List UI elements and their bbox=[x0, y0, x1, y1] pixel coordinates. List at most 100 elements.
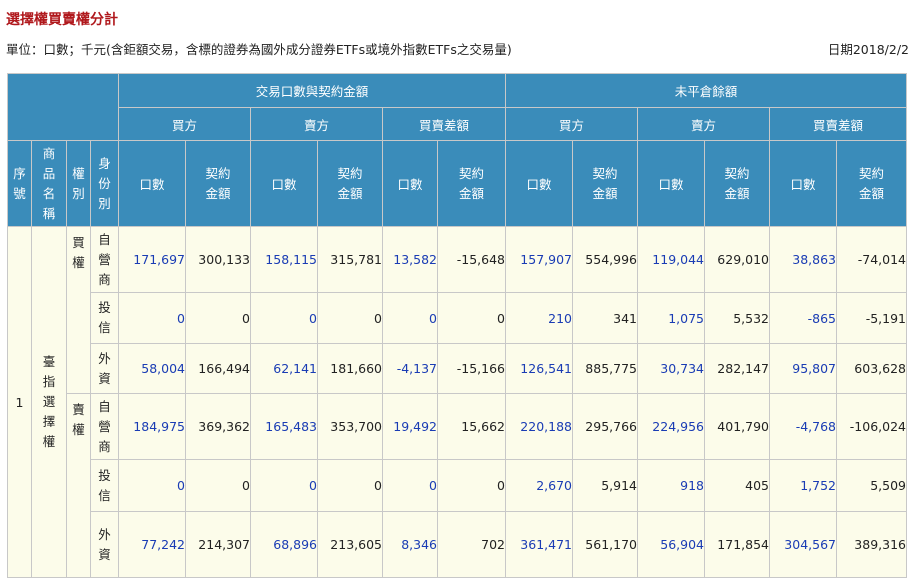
lots-cell: 2,670 bbox=[505, 459, 573, 512]
identity-cell-char: 營 bbox=[98, 418, 111, 434]
header-open-interest: 未平倉餘額 bbox=[505, 73, 907, 108]
identity-cell-char: 資 bbox=[98, 370, 111, 386]
header-amount-char: 金額 bbox=[205, 185, 231, 201]
lots-cell: -4,768 bbox=[769, 393, 837, 460]
lots-cell: 56,904 bbox=[637, 511, 705, 578]
amount-cell: 702 bbox=[437, 511, 506, 578]
amount-cell: 0 bbox=[437, 459, 506, 512]
header-identity-char: 身 bbox=[98, 155, 111, 171]
product-name-char: 臺 bbox=[42, 354, 56, 369]
amount-cell: 885,775 bbox=[572, 343, 638, 394]
lots-cell: -865 bbox=[769, 292, 837, 344]
unit-note: 單位：口數；千元(含鉅額交易，含標的證券為國外成分證券ETFs或境外指數ETFs… bbox=[6, 42, 512, 57]
report-date: 日期2018/2/2 bbox=[827, 42, 909, 57]
amount-cell: 561,170 bbox=[572, 511, 638, 578]
header-amount-char: 契約 bbox=[205, 165, 231, 181]
header-amount-char: 金額 bbox=[858, 185, 884, 201]
amount-cell: -15,648 bbox=[437, 226, 506, 293]
header-amount-char: 金額 bbox=[337, 185, 363, 201]
lots-cell: 13,582 bbox=[382, 226, 438, 293]
amount-cell: 0 bbox=[437, 292, 506, 344]
header-amount-char: 契約 bbox=[337, 165, 363, 181]
amount-cell: 214,307 bbox=[185, 511, 251, 578]
header-amount-char: 金額 bbox=[592, 185, 618, 201]
header-product-char: 稱 bbox=[42, 205, 56, 221]
identity-cell-char: 資 bbox=[98, 546, 111, 562]
header-seq: 序號 bbox=[7, 140, 32, 227]
amount-cell: -5,191 bbox=[836, 292, 907, 344]
amount-cell: 0 bbox=[185, 292, 251, 344]
product-name-char: 選 bbox=[42, 394, 56, 409]
identity-cell-char: 商 bbox=[98, 438, 111, 454]
lots-cell: 19,492 bbox=[382, 393, 438, 460]
lots-cell: 58,004 bbox=[118, 343, 186, 394]
lots-cell: 77,242 bbox=[118, 511, 186, 578]
header-seq-char: 序 bbox=[13, 165, 26, 181]
amount-cell: 166,494 bbox=[185, 343, 251, 394]
amount-cell: 389,316 bbox=[836, 511, 907, 578]
table-row: 投信 0 0 0 0 0 0 210 341 1,075 5,532 -865 -5,191 bbox=[8, 292, 907, 344]
options-table-container: 交易口數與契約金額 未平倉餘額 買方 賣方 買賣差額 買方 賣方 買賣差額序號商品名稱權別身份… bbox=[7, 73, 907, 578]
amount-cell: 181,660 bbox=[317, 343, 383, 394]
header-corner bbox=[7, 73, 119, 141]
options-call-put-table: 交易口數與契約金額 未平倉餘額 買方 賣方 買賣差額 買方 賣方 買賣差額序號商品名稱權別身份… bbox=[7, 73, 907, 578]
header-amount: 契約 金額 bbox=[836, 140, 907, 227]
lots-cell: 184,975 bbox=[118, 393, 186, 460]
identity-cell-char: 投 bbox=[98, 300, 111, 315]
amount-cell: 401,790 bbox=[704, 393, 770, 460]
lots-cell: 0 bbox=[382, 459, 438, 512]
header-buy-oi: 買方 bbox=[505, 107, 638, 141]
identity-cell: 外資 bbox=[90, 343, 119, 394]
lots-cell: 157,907 bbox=[505, 226, 573, 293]
lots-cell: 1,075 bbox=[637, 292, 705, 344]
amount-cell: 341 bbox=[572, 292, 638, 344]
lots-cell: 158,115 bbox=[250, 226, 318, 293]
amount-cell: 295,766 bbox=[572, 393, 638, 460]
identity-cell-char: 信 bbox=[98, 487, 111, 503]
identity-cell-char: 外 bbox=[98, 350, 111, 366]
lots-cell: 8,346 bbox=[382, 511, 438, 578]
header-product: 商品名稱 bbox=[31, 140, 67, 227]
header-identity-char: 別 bbox=[98, 195, 111, 211]
header-product-char: 品 bbox=[42, 165, 56, 181]
amount-cell: 0 bbox=[185, 459, 251, 512]
header-amount: 契約 金額 bbox=[572, 140, 638, 227]
header-amount: 契約 金額 bbox=[704, 140, 770, 227]
identity-cell-char: 投 bbox=[98, 467, 111, 483]
option-right-1-char: 權 bbox=[72, 422, 85, 437]
header-net-oi: 買賣差額 bbox=[769, 107, 907, 141]
amount-cell: 353,700 bbox=[317, 393, 383, 460]
product-name-char: 指 bbox=[42, 374, 56, 389]
amount-cell: 405 bbox=[704, 459, 770, 512]
header-lots: 口數 bbox=[769, 140, 837, 227]
amount-cell: 213,605 bbox=[317, 511, 383, 578]
amount-cell: -15,166 bbox=[437, 343, 506, 394]
amount-cell: 0 bbox=[317, 459, 383, 512]
lots-cell: 0 bbox=[118, 459, 186, 512]
amount-cell: 603,628 bbox=[836, 343, 907, 394]
product-name-char: 擇 bbox=[42, 414, 56, 429]
header-amount-char: 契約 bbox=[458, 165, 484, 181]
option-right-1-char: 賣 bbox=[72, 402, 85, 417]
lots-cell: 30,734 bbox=[637, 343, 705, 394]
amount-cell: -106,024 bbox=[836, 393, 907, 460]
amount-cell: 300,133 bbox=[185, 226, 251, 293]
option-right-0: 買權 bbox=[66, 226, 91, 394]
identity-cell-char: 外 bbox=[98, 526, 111, 542]
lots-cell: 171,697 bbox=[118, 226, 186, 293]
lots-cell: 361,471 bbox=[505, 511, 573, 578]
amount-cell: 0 bbox=[317, 292, 383, 344]
lots-cell: 304,567 bbox=[769, 511, 837, 578]
header-right-char: 權 bbox=[72, 165, 85, 181]
lots-cell: 220,188 bbox=[505, 393, 573, 460]
header-net-trading: 買賣差額 bbox=[382, 107, 506, 141]
identity-cell: 投信 bbox=[90, 292, 119, 344]
header-seq-char: 號 bbox=[13, 185, 26, 201]
table-row: 1 臺指選擇權買權自營商 171,697 300,133 158,115 315,781 1… bbox=[7, 226, 907, 578]
amount-cell: 282,147 bbox=[704, 343, 770, 394]
lots-cell: -4,137 bbox=[382, 343, 438, 394]
header-lots: 口數 bbox=[118, 140, 186, 227]
header-amount-char: 契約 bbox=[724, 165, 750, 181]
lots-cell: 0 bbox=[118, 292, 186, 344]
table-row: 賣權自營商 184,975 369,362 165,483 353,700 19,492 1… bbox=[8, 393, 907, 578]
